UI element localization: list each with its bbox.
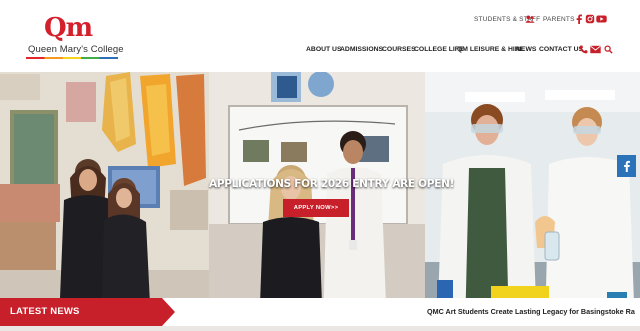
hero-banner: APPLICATIONS FOR 2026 ENTRY ARE OPEN! AP… [0, 72, 640, 331]
search-icon[interactable] [604, 45, 613, 54]
nav-qm-leisure-hire[interactable]: QM LEISURE & HIRE [457, 44, 524, 56]
students-staff-icon[interactable] [525, 14, 535, 24]
nav-courses[interactable]: COURSES [382, 44, 416, 56]
latest-news-label: LATEST NEWS [10, 306, 80, 317]
nav-admissions[interactable]: ADMISSIONS [340, 44, 383, 56]
side-facebook-button[interactable] [617, 155, 636, 177]
college-logo[interactable]: Qm Queen Mary's College [26, 13, 124, 61]
nav-about-us[interactable]: ABOUT US [306, 44, 342, 56]
latest-news-bar: LATEST NEWS QMC Art Students Create Last… [0, 298, 640, 326]
instagram-icon[interactable] [585, 14, 595, 24]
facebook-icon [624, 160, 630, 172]
mail-icon[interactable] [590, 45, 601, 54]
bottom-strip [0, 326, 640, 331]
site-header: Qm Queen Mary's College STUDENTS & STAFF… [0, 0, 640, 72]
facebook-icon[interactable] [574, 14, 584, 24]
phone-icon[interactable] [579, 45, 588, 54]
page: Qm Queen Mary's College STUDENTS & STAFF… [0, 0, 640, 331]
youtube-icon[interactable] [596, 14, 607, 24]
news-ticker-item[interactable]: QMC Art Students Create Lasting Legacy f… [427, 298, 635, 326]
logo-mark: Qm [44, 13, 93, 43]
hero-photo-science-lab [425, 72, 640, 331]
apply-now-button[interactable]: APPLY NOW>> [283, 199, 349, 217]
logo-colour-bar [26, 57, 118, 59]
hero-photo-art-students [0, 72, 209, 331]
nav-news[interactable]: NEWS [516, 44, 536, 56]
hero-headline: APPLICATIONS FOR 2026 ENTRY ARE OPEN! [209, 178, 455, 190]
logo-name: Queen Mary's College [28, 44, 124, 55]
nav-contact-us[interactable]: CONTACT US [539, 44, 583, 56]
parents-link[interactable]: PARENTS [543, 14, 575, 26]
